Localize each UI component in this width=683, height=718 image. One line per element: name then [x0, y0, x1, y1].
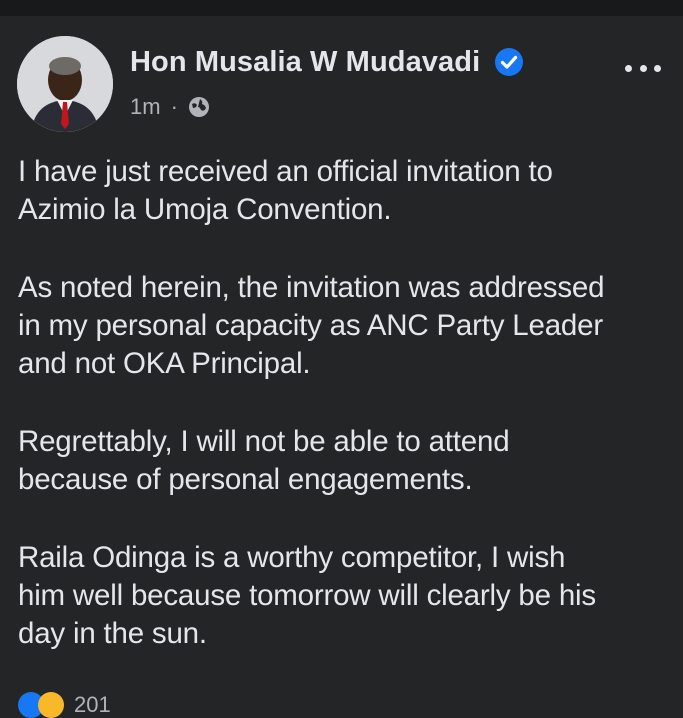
- author-row: Hon Musalia W Mudavadi: [130, 44, 524, 80]
- reactions-bar[interactable]: 201: [18, 692, 111, 718]
- more-dot: [625, 64, 632, 72]
- more-dot: [654, 64, 661, 72]
- post-paragraph: Raila Odinga is a worthy competitor, I w…: [18, 541, 596, 650]
- post-timestamp[interactable]: 1m: [130, 94, 161, 120]
- avatar-photo: [17, 36, 113, 132]
- post-body: I have just received an official invitat…: [18, 153, 668, 653]
- haha-icon: [38, 692, 64, 718]
- meta-separator: ·: [170, 94, 178, 119]
- post-meta: 1m ·: [130, 94, 210, 120]
- more-options-icon[interactable]: [625, 58, 661, 78]
- globe-icon[interactable]: [188, 96, 210, 118]
- reaction-count[interactable]: 201: [74, 692, 111, 718]
- top-strip: [0, 0, 683, 16]
- avatar[interactable]: [17, 36, 113, 132]
- post-paragraph: I have just received an official invitat…: [18, 155, 553, 226]
- post-paragraph: As noted herein, the invitation was addr…: [18, 271, 605, 380]
- post-paragraph: Regrettably, I will not be able to atten…: [18, 425, 510, 496]
- post-card: Hon Musalia W Mudavadi 1m · I have just …: [0, 16, 683, 718]
- verified-badge-icon: [494, 47, 524, 77]
- more-dot: [639, 64, 647, 72]
- author-name[interactable]: Hon Musalia W Mudavadi: [130, 46, 480, 79]
